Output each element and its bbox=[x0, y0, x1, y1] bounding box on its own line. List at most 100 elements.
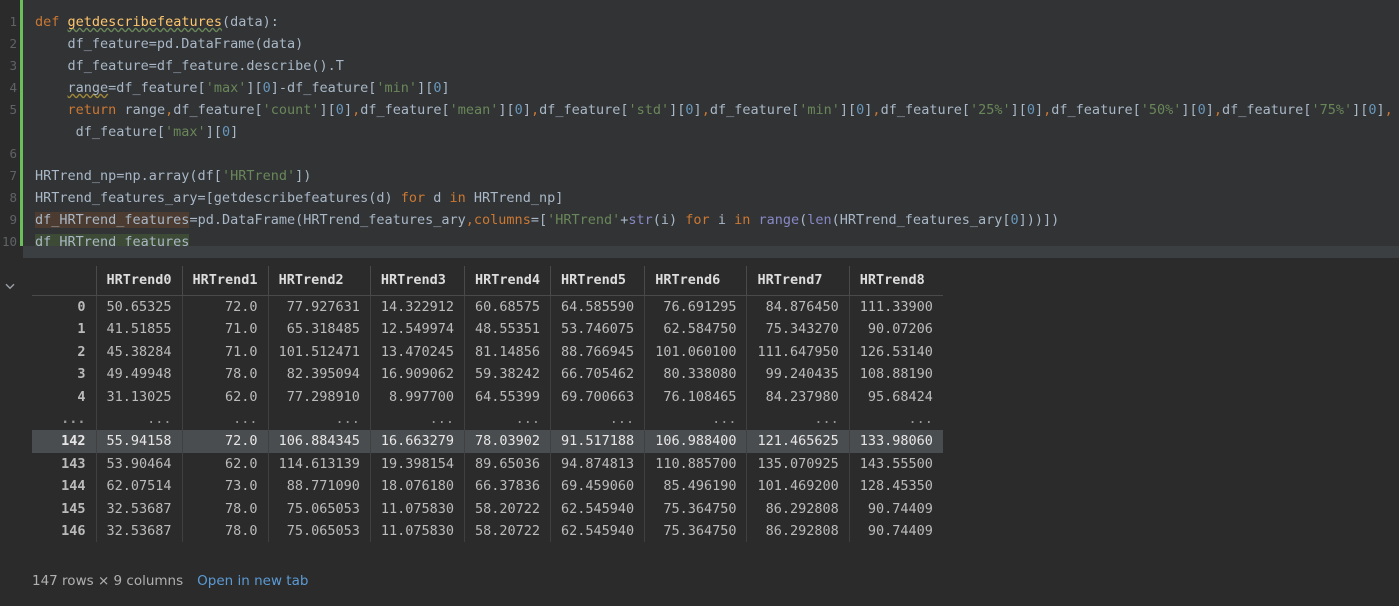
table-cell[interactable]: 143.55500 bbox=[849, 453, 943, 475]
column-header-HRTrend2[interactable]: HRTrend2 bbox=[268, 266, 370, 296]
table-cell[interactable]: 49.49948 bbox=[96, 363, 182, 385]
table-cell[interactable]: ... bbox=[96, 408, 182, 430]
table-cell[interactable]: 58.20722 bbox=[465, 520, 551, 542]
table-cell[interactable]: 48.55351 bbox=[465, 318, 551, 340]
table-cell[interactable]: ... bbox=[182, 408, 268, 430]
table-cell[interactable]: 53.746075 bbox=[551, 318, 645, 340]
table-cell[interactable]: 90.07206 bbox=[849, 318, 943, 340]
table-cell[interactable]: 75.364750 bbox=[645, 498, 747, 520]
table-cell[interactable]: 76.108465 bbox=[645, 386, 747, 408]
table-cell[interactable]: ... bbox=[465, 408, 551, 430]
table-cell[interactable]: 106.884345 bbox=[268, 430, 370, 452]
table-cell[interactable]: 85.496190 bbox=[645, 475, 747, 497]
table-cell[interactable]: 76.691295 bbox=[645, 296, 747, 319]
chevron-down-icon[interactable] bbox=[2, 278, 18, 294]
table-cell[interactable]: 111.647950 bbox=[747, 341, 849, 363]
open-in-new-tab-link[interactable]: Open in new tab bbox=[197, 573, 308, 589]
table-cell[interactable]: 135.070925 bbox=[747, 453, 849, 475]
table-cell[interactable]: 106.988400 bbox=[645, 430, 747, 452]
table-cell[interactable]: ... bbox=[551, 408, 645, 430]
table-cell[interactable]: 65.318485 bbox=[268, 318, 370, 340]
table-cell[interactable]: 88.771090 bbox=[268, 475, 370, 497]
table-cell[interactable]: 78.0 bbox=[182, 520, 268, 542]
table-cell[interactable]: 72.0 bbox=[182, 430, 268, 452]
table-cell[interactable]: 19.398154 bbox=[370, 453, 464, 475]
column-header-HRTrend1[interactable]: HRTrend1 bbox=[182, 266, 268, 296]
table-cell[interactable]: 75.065053 bbox=[268, 520, 370, 542]
table-row[interactable]: 349.4994878.082.39509416.90906259.382426… bbox=[32, 363, 943, 385]
table-cell[interactable]: 111.33900 bbox=[849, 296, 943, 319]
table-cell[interactable]: 108.88190 bbox=[849, 363, 943, 385]
table-cell[interactable]: 126.53140 bbox=[849, 341, 943, 363]
table-cell[interactable]: 69.459060 bbox=[551, 475, 645, 497]
table-cell[interactable]: ... bbox=[849, 408, 943, 430]
table-cell[interactable]: 41.51855 bbox=[96, 318, 182, 340]
code-text-area[interactable]: def getdescribefeatures(data): df_featur… bbox=[23, 0, 1399, 246]
table-cell[interactable]: 88.766945 bbox=[551, 341, 645, 363]
column-header-HRTrend0[interactable]: HRTrend0 bbox=[96, 266, 182, 296]
table-cell[interactable]: ... bbox=[268, 408, 370, 430]
table-cell[interactable]: 58.20722 bbox=[465, 498, 551, 520]
table-cell[interactable]: 77.927631 bbox=[268, 296, 370, 319]
table-cell[interactable]: 75.343270 bbox=[747, 318, 849, 340]
table-cell[interactable]: 73.0 bbox=[182, 475, 268, 497]
table-cell[interactable]: 64.585590 bbox=[551, 296, 645, 319]
table-row[interactable]: .............................. bbox=[32, 408, 943, 430]
table-cell[interactable]: 84.237980 bbox=[747, 386, 849, 408]
column-header-HRTrend6[interactable]: HRTrend6 bbox=[645, 266, 747, 296]
table-cell[interactable]: 16.663279 bbox=[370, 430, 464, 452]
column-header-HRTrend7[interactable]: HRTrend7 bbox=[747, 266, 849, 296]
table-cell[interactable]: 66.705462 bbox=[551, 363, 645, 385]
column-header-HRTrend4[interactable]: HRTrend4 bbox=[465, 266, 551, 296]
table-cell[interactable]: 18.076180 bbox=[370, 475, 464, 497]
table-cell[interactable]: 78.0 bbox=[182, 363, 268, 385]
table-cell[interactable]: 72.0 bbox=[182, 296, 268, 319]
table-cell[interactable]: 82.395094 bbox=[268, 363, 370, 385]
table-cell[interactable]: 91.517188 bbox=[551, 430, 645, 452]
column-header-HRTrend3[interactable]: HRTrend3 bbox=[370, 266, 464, 296]
code-editor[interactable]: 1 2 3 4 5 6 7 8 9 10 def getdescribefeat… bbox=[0, 0, 1399, 246]
table-cell[interactable]: 77.298910 bbox=[268, 386, 370, 408]
table-cell[interactable]: 80.338080 bbox=[645, 363, 747, 385]
table-cell[interactable]: 16.909062 bbox=[370, 363, 464, 385]
table-cell[interactable]: 101.469200 bbox=[747, 475, 849, 497]
table-cell[interactable]: 62.584750 bbox=[645, 318, 747, 340]
table-cell[interactable]: 95.68424 bbox=[849, 386, 943, 408]
table-cell[interactable]: 90.74409 bbox=[849, 520, 943, 542]
table-row[interactable]: 14353.9046462.0114.61313919.39815489.650… bbox=[32, 453, 943, 475]
table-cell[interactable]: 13.470245 bbox=[370, 341, 464, 363]
table-cell[interactable]: 31.13025 bbox=[96, 386, 182, 408]
table-cell[interactable]: 59.38242 bbox=[465, 363, 551, 385]
table-cell[interactable]: 8.997700 bbox=[370, 386, 464, 408]
table-cell[interactable]: ... bbox=[645, 408, 747, 430]
table-row[interactable]: 14462.0751473.088.77109018.07618066.3783… bbox=[32, 475, 943, 497]
table-cell[interactable]: ... bbox=[747, 408, 849, 430]
table-cell[interactable]: 11.075830 bbox=[370, 520, 464, 542]
table-cell[interactable]: 14.322912 bbox=[370, 296, 464, 319]
table-row[interactable]: 14255.9415872.0106.88434516.66327978.039… bbox=[32, 430, 943, 452]
table-cell[interactable]: 86.292808 bbox=[747, 520, 849, 542]
table-cell[interactable]: 32.53687 bbox=[96, 498, 182, 520]
table-cell[interactable]: 12.549974 bbox=[370, 318, 464, 340]
table-cell[interactable]: 71.0 bbox=[182, 341, 268, 363]
table-cell[interactable]: 133.98060 bbox=[849, 430, 943, 452]
table-cell[interactable]: 121.465625 bbox=[747, 430, 849, 452]
table-cell[interactable]: 81.14856 bbox=[465, 341, 551, 363]
table-cell[interactable]: 62.545940 bbox=[551, 520, 645, 542]
table-cell[interactable]: 75.065053 bbox=[268, 498, 370, 520]
table-cell[interactable]: 62.0 bbox=[182, 386, 268, 408]
table-cell[interactable]: 86.292808 bbox=[747, 498, 849, 520]
table-cell[interactable]: ... bbox=[370, 408, 464, 430]
table-cell[interactable]: 64.55399 bbox=[465, 386, 551, 408]
table-cell[interactable]: 128.45350 bbox=[849, 475, 943, 497]
column-header-index[interactable] bbox=[32, 266, 96, 296]
table-row[interactable]: 050.6532572.077.92763114.32291260.685756… bbox=[32, 296, 943, 319]
column-header-HRTrend5[interactable]: HRTrend5 bbox=[551, 266, 645, 296]
table-cell[interactable]: 101.512471 bbox=[268, 341, 370, 363]
table-cell[interactable]: 110.885700 bbox=[645, 453, 747, 475]
table-cell[interactable]: 69.700663 bbox=[551, 386, 645, 408]
table-cell[interactable]: 78.03902 bbox=[465, 430, 551, 452]
table-cell[interactable]: 11.075830 bbox=[370, 498, 464, 520]
table-row[interactable]: 431.1302562.077.2989108.99770064.5539969… bbox=[32, 386, 943, 408]
table-cell[interactable]: 99.240435 bbox=[747, 363, 849, 385]
